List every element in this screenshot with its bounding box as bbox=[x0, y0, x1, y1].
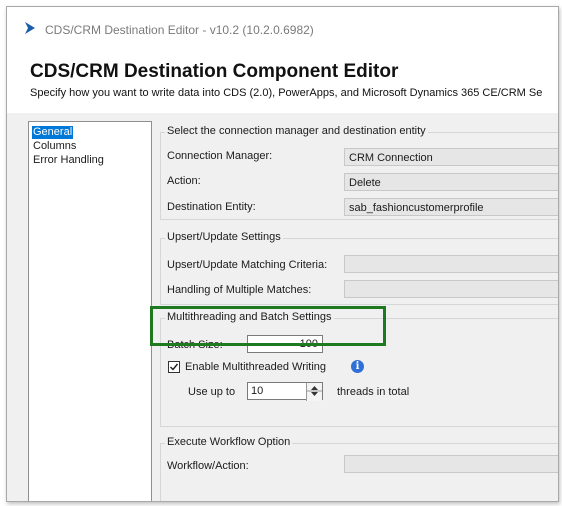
matching-criteria-select[interactable] bbox=[344, 255, 558, 273]
threads-input[interactable]: 10 bbox=[247, 382, 323, 401]
title-bar: CDS/CRM Destination Editor - v10.2 (10.2… bbox=[7, 7, 558, 47]
matching-criteria-label: Upsert/Update Matching Criteria: bbox=[167, 259, 328, 271]
upsert-group-title: Upsert/Update Settings bbox=[165, 231, 283, 243]
workflow-group-title: Execute Workflow Option bbox=[165, 436, 293, 448]
page-subtitle: Specify how you want to write data into … bbox=[30, 87, 543, 99]
action-label: Action: bbox=[167, 175, 201, 187]
connection-group: Select the connection manager and destin… bbox=[160, 125, 558, 220]
connection-manager-select[interactable]: CRM Connection bbox=[344, 148, 558, 166]
sidebar-item-columns[interactable]: Columns bbox=[32, 140, 77, 153]
workflow-action-select[interactable] bbox=[344, 455, 558, 473]
connection-manager-label: Connection Manager: bbox=[167, 150, 273, 162]
app-logo-icon bbox=[25, 22, 35, 34]
window-title: CDS/CRM Destination Editor - v10.2 (10.2… bbox=[45, 23, 314, 37]
threads-value: 10 bbox=[251, 385, 264, 397]
sidebar-nav: General Columns Error Handling bbox=[28, 121, 152, 501]
action-select[interactable]: Delete bbox=[344, 173, 558, 191]
sidebar-item-general[interactable]: General bbox=[32, 126, 74, 139]
enable-multithreaded-label: Enable Multithreaded Writing bbox=[185, 361, 327, 373]
enable-multithreaded-checkbox[interactable] bbox=[168, 361, 180, 373]
threads-suffix-label: threads in total bbox=[337, 386, 410, 398]
workflow-action-label: Workflow/Action: bbox=[167, 460, 249, 472]
destination-entity-label: Destination Entity: bbox=[167, 201, 256, 213]
multiple-matches-select[interactable] bbox=[344, 280, 558, 298]
multiple-matches-label: Handling of Multiple Matches: bbox=[167, 284, 312, 296]
spinner-arrows-icon bbox=[307, 386, 322, 396]
use-up-to-label: Use up to bbox=[188, 386, 236, 398]
page-title: CDS/CRM Destination Component Editor bbox=[30, 61, 399, 82]
destination-entity-select[interactable]: sab_fashioncustomerprofile bbox=[344, 198, 558, 216]
batch-size-highlight-box bbox=[150, 306, 386, 346]
workflow-option-group: Execute Workflow Option Workflow/Action: bbox=[160, 436, 558, 501]
checkmark-icon bbox=[170, 363, 179, 371]
info-icon[interactable]: i bbox=[351, 360, 364, 373]
sidebar-item-error-handling[interactable]: Error Handling bbox=[32, 154, 105, 167]
threads-spinner[interactable] bbox=[306, 383, 322, 401]
editor-window: CDS/CRM Destination Editor - v10.2 (10.2… bbox=[6, 6, 559, 502]
upsert-settings-group: Upsert/Update Settings Upsert/Update Mat… bbox=[160, 231, 558, 305]
dialog-header: CDS/CRM Destination Component Editor Spe… bbox=[7, 47, 558, 113]
connection-group-title: Select the connection manager and destin… bbox=[165, 125, 428, 137]
